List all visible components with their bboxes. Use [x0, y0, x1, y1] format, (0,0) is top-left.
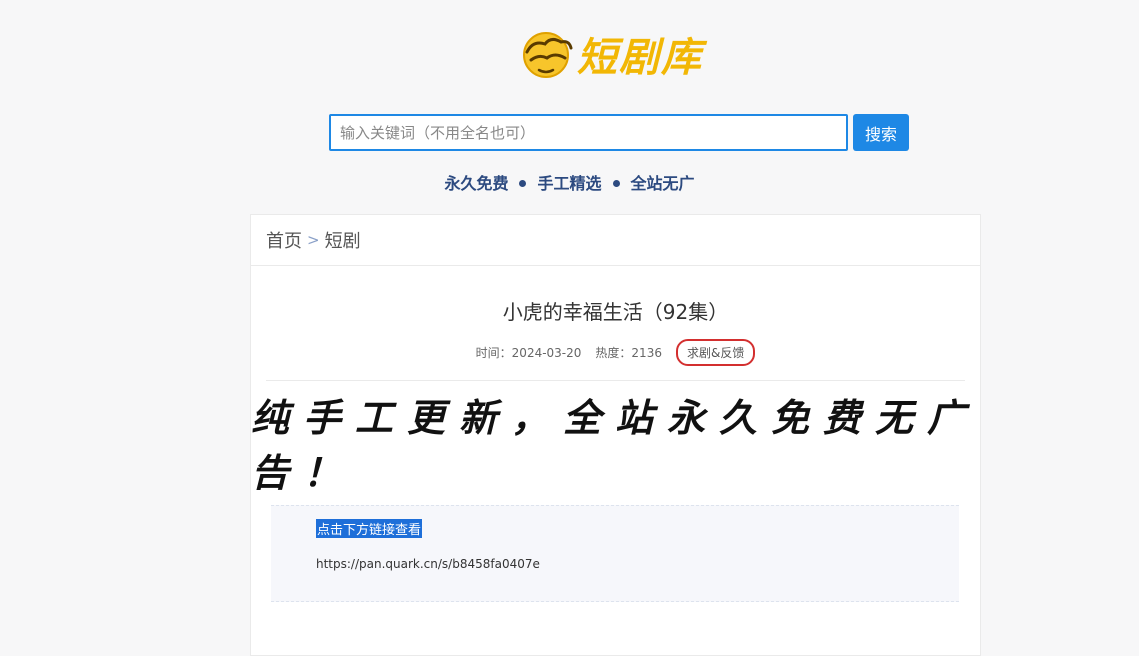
- search-button[interactable]: 搜索: [853, 114, 909, 151]
- promo-banner: 纯手工更新，全站永久免费无广告！: [251, 395, 980, 495]
- breadcrumb-home-link[interactable]: 首页: [266, 227, 302, 253]
- bullet-dot-icon: [612, 180, 620, 187]
- link-instruction: 点击下方链接查看: [316, 519, 423, 538]
- bullet-dot-icon: [519, 180, 527, 187]
- site-title: 短剧库: [577, 34, 703, 81]
- search-bar: 搜索: [329, 114, 909, 151]
- slogan-handpicked: 手工精选: [537, 174, 602, 193]
- breadcrumb-category-link[interactable]: 短剧: [325, 227, 361, 253]
- site-logo[interactable]: 短剧库: [519, 26, 703, 82]
- post-time: 时间：2024-03-20: [475, 346, 582, 360]
- slogan-free: 永久免费: [444, 174, 509, 193]
- slogan-no-ads: 全站无广: [630, 174, 695, 193]
- feedback-button[interactable]: 求剧&反馈: [675, 339, 756, 366]
- cloud-emoji-icon: [523, 32, 573, 78]
- site-header: 短剧库 搜索 永久免费 手工精选 全站无广: [0, 0, 1139, 214]
- breadcrumb-separator: >: [307, 231, 320, 249]
- search-input[interactable]: [329, 114, 848, 151]
- post-title: 小虎的幸福生活（92集）: [502, 300, 729, 324]
- post-meta: 时间：2024-03-20 热度：2136 求剧&反馈: [251, 339, 980, 366]
- slogan-bar: 永久免费 手工精选 全站无广: [0, 170, 1139, 194]
- breadcrumb: 首页 > 短剧: [251, 215, 980, 266]
- download-link[interactable]: https://pan.quark.cn/s/b8458fa0407e: [316, 557, 540, 571]
- post-card: 首页 > 短剧 小虎的幸福生活（92集） 时间：2024-03-20 热度：21…: [250, 214, 981, 656]
- divider: [266, 380, 965, 381]
- download-link-box: 点击下方链接查看 https://pan.quark.cn/s/b8458fa0…: [271, 505, 959, 602]
- post-heat: 热度：2136: [595, 346, 662, 360]
